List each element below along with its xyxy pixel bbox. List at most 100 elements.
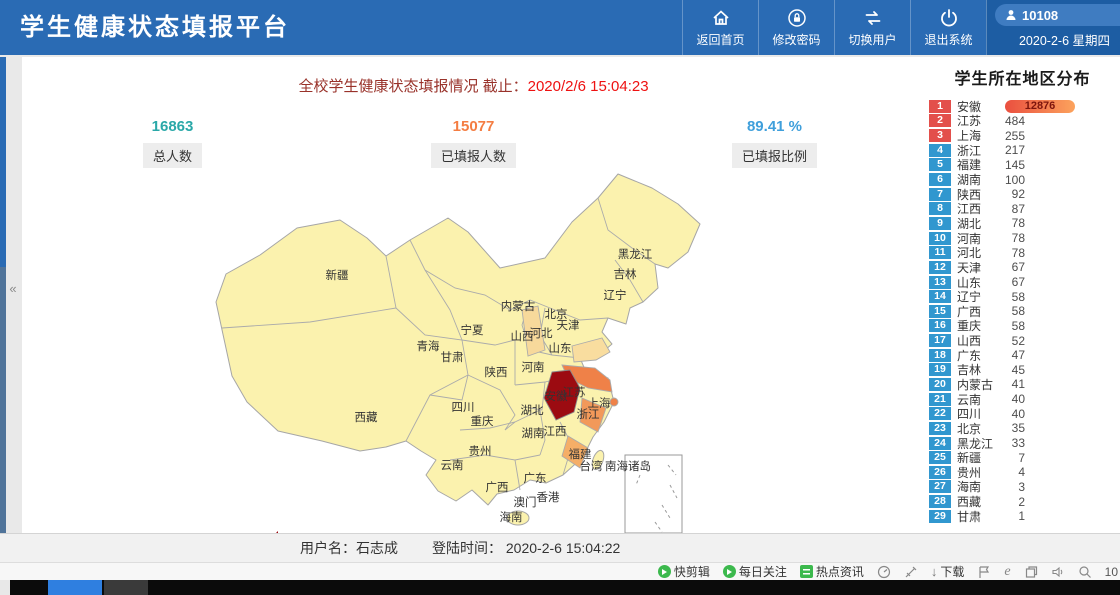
region-value: 67 — [1001, 275, 1025, 289]
region-row[interactable]: 23北京35 — [929, 421, 1120, 436]
hot-news-button[interactable]: 热点资讯 — [800, 563, 864, 580]
region-value: 58 — [1001, 290, 1025, 304]
region-rank-badge: 13 — [929, 276, 951, 289]
region-row[interactable]: 9湖北78 — [929, 216, 1120, 231]
region-row[interactable]: 17山西52 — [929, 333, 1120, 348]
region-row[interactable]: 1安徽12876 — [929, 99, 1120, 114]
region-row[interactable]: 28西藏2 — [929, 494, 1120, 509]
china-map[interactable]: 新疆黑龙江吉林辽宁内蒙古北京天津宁夏山西河北山东青海甘肃河南陕西西藏四川重庆湖北… — [200, 160, 720, 535]
region-row[interactable]: 26贵州4 — [929, 465, 1120, 480]
region-panel: 学生所在地区分布 1安徽128762江苏4843上海2554浙江2175福建14… — [925, 57, 1120, 533]
collapse-sidebar-button[interactable]: « — [5, 281, 21, 297]
region-value: 92 — [1001, 187, 1025, 201]
user-id-pill[interactable]: 10108 — [995, 4, 1120, 26]
region-row[interactable]: 20内蒙古41 — [929, 377, 1120, 392]
nav-logout-button[interactable]: 退出系统 — [910, 0, 986, 55]
region-row[interactable]: 18广东47 — [929, 348, 1120, 363]
nav-switch-user-button[interactable]: 切换用户 — [834, 0, 910, 55]
region-row[interactable]: 12天津67 — [929, 260, 1120, 275]
quick-clip-button[interactable]: 快剪辑 — [658, 563, 710, 580]
os-taskbar-active-app[interactable] — [48, 580, 102, 595]
region-row[interactable]: 25新疆7 — [929, 450, 1120, 465]
sidebar-collapsed-strip[interactable] — [0, 57, 6, 267]
region-value: 40 — [1001, 407, 1025, 421]
region-value: 1 — [1001, 509, 1025, 523]
region-rank-badge: 6 — [929, 173, 951, 186]
download-button[interactable]: ↓ 下载 — [931, 563, 965, 580]
region-rank-badge: 1 — [929, 100, 951, 113]
region-rank-badge: 8 — [929, 202, 951, 215]
region-rank-badge: 27 — [929, 480, 951, 493]
nav-change-password-button[interactable]: 修改密码 — [758, 0, 834, 55]
user-id: 10108 — [1022, 8, 1058, 23]
region-row[interactable]: 24黑龙江33 — [929, 436, 1120, 451]
province-hainan[interactable] — [507, 511, 529, 525]
region-row[interactable]: 5福建145 — [929, 158, 1120, 173]
region-row[interactable]: 4浙江217 — [929, 143, 1120, 158]
daily-focus-button[interactable]: 每日关注 — [723, 563, 787, 580]
speed-gauge-icon[interactable] — [877, 565, 891, 579]
person-icon — [1005, 9, 1017, 21]
province-taiwan[interactable] — [590, 449, 606, 471]
sidebar-collapsed-strip-lower[interactable] — [0, 267, 6, 533]
region-panel-title: 学生所在地区分布 — [925, 65, 1120, 89]
power-icon — [939, 8, 959, 28]
region-row[interactable]: 6湖南100 — [929, 172, 1120, 187]
os-taskbar-app[interactable] — [104, 580, 148, 595]
region-row[interactable]: 2江苏484 — [929, 114, 1120, 129]
region-row[interactable]: 19吉林45 — [929, 363, 1120, 378]
status-bar: 用户名：石志成登陆时间： 2020-2-6 15:04:22 — [0, 533, 1120, 562]
stat-ratio-label: 已填报比例 — [732, 143, 817, 168]
header-date: 2020-2-6 星期四 — [987, 26, 1120, 49]
summary-title-text: 全校学生健康状态填报情况 截止： — [298, 78, 527, 95]
region-value: 52 — [1001, 334, 1025, 348]
region-row[interactable]: 22四川40 — [929, 406, 1120, 421]
hot-news-icon — [800, 565, 813, 578]
region-rank-badge: 21 — [929, 393, 951, 406]
user-panel: 10108 2020-2-6 星期四 — [986, 0, 1120, 55]
region-row[interactable]: 21云南40 — [929, 392, 1120, 407]
region-value: 41 — [1001, 377, 1025, 391]
region-rank-badge: 28 — [929, 495, 951, 508]
region-row[interactable]: 3上海255 — [929, 128, 1120, 143]
region-row[interactable]: 13山东67 — [929, 275, 1120, 290]
region-row[interactable]: 15广西58 — [929, 304, 1120, 319]
region-value: 45 — [1001, 363, 1025, 377]
province-shanghai[interactable] — [610, 398, 618, 406]
nav-home-button[interactable]: 返回首页 — [682, 0, 758, 55]
search-icon[interactable] — [1078, 565, 1092, 579]
nav-label: 修改密码 — [772, 31, 820, 48]
region-row[interactable]: 7陕西92 — [929, 187, 1120, 202]
region-row[interactable]: 10河南78 — [929, 231, 1120, 246]
os-taskbar-strip — [0, 580, 1120, 595]
region-rank-badge: 24 — [929, 437, 951, 450]
flag-icon[interactable] — [977, 565, 991, 579]
region-value: 67 — [1001, 260, 1025, 274]
login-time-value: 2020-2-6 15:04:22 — [506, 540, 620, 556]
region-list: 1安徽128762江苏4843上海2554浙江2175福建1456湖南1007陕… — [925, 99, 1120, 524]
region-value-bar: 12876 — [1005, 100, 1075, 113]
region-value: 2 — [1001, 495, 1025, 509]
region-value: 484 — [1001, 114, 1025, 128]
download-icon: ↓ — [931, 564, 938, 579]
browser-toolbar: 快剪辑 每日关注 热点资讯 ↓ 下载 e — [0, 562, 1120, 580]
quick-clip-label: 快剪辑 — [674, 563, 710, 580]
region-row[interactable]: 14辽宁58 — [929, 289, 1120, 304]
os-taskbar-start-edge — [0, 580, 10, 595]
rocket-boost-icon[interactable] — [904, 565, 918, 579]
china-map-svg — [200, 160, 720, 535]
zoom-level-clipped: 10 — [1105, 565, 1118, 579]
ie-compat-icon[interactable]: e — [1004, 564, 1010, 580]
region-name: 甘肃 — [957, 508, 1001, 525]
region-value: 255 — [1001, 129, 1025, 143]
speaker-icon[interactable] — [1051, 565, 1065, 579]
region-row[interactable]: 29甘肃1 — [929, 509, 1120, 524]
region-row[interactable]: 8江西87 — [929, 201, 1120, 216]
region-row[interactable]: 27海南3 — [929, 480, 1120, 495]
region-row[interactable]: 11河北78 — [929, 245, 1120, 260]
restore-window-icon[interactable] — [1024, 565, 1038, 579]
region-rank-badge: 26 — [929, 466, 951, 479]
daily-focus-label: 每日关注 — [739, 563, 787, 580]
region-row[interactable]: 16重庆58 — [929, 319, 1120, 334]
region-rank-badge: 9 — [929, 217, 951, 230]
